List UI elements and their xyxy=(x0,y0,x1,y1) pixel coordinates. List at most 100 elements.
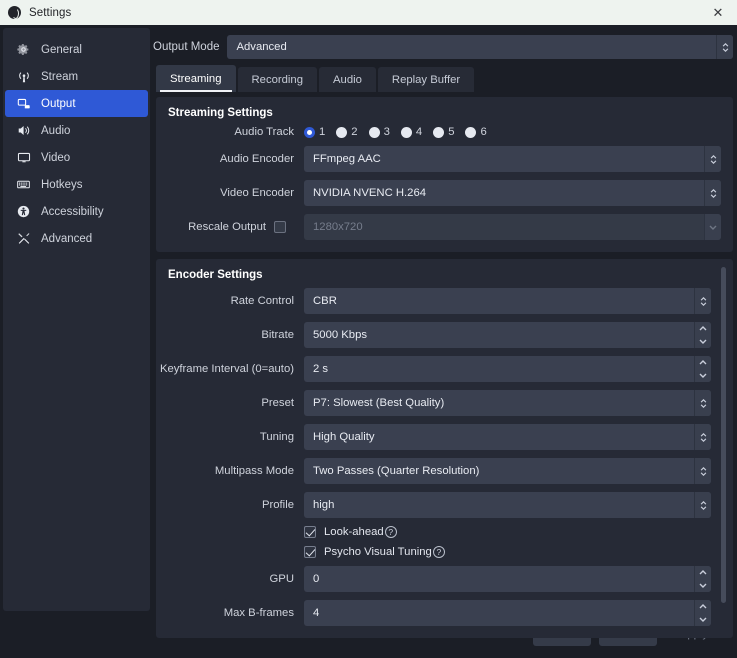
spinner-down-icon[interactable] xyxy=(695,369,711,382)
sidebar-item-hotkeys[interactable]: Hotkeys xyxy=(5,171,148,198)
max-b-frames-spinbox[interactable]: 4 xyxy=(304,600,711,626)
spinner-up-icon[interactable] xyxy=(695,322,711,335)
chevron-updown-icon[interactable] xyxy=(694,390,711,416)
tuning-select[interactable]: High Quality xyxy=(304,424,711,450)
radio-icon[interactable] xyxy=(304,126,315,138)
sidebar-item-audio[interactable]: Audio xyxy=(5,117,148,144)
rescale-output-label: Rescale Output xyxy=(188,221,266,233)
sidebar-item-label: Output xyxy=(41,97,76,110)
tab-streaming[interactable]: Streaming xyxy=(156,65,236,92)
close-icon[interactable]: ✕ xyxy=(699,0,737,25)
spinner-down-icon[interactable] xyxy=(695,613,711,626)
audio-track-option-5[interactable]: 5 xyxy=(433,126,454,138)
window-title: Settings xyxy=(29,6,72,19)
audio-track-option-4[interactable]: 4 xyxy=(400,126,423,138)
gpu-spinbox[interactable]: 0 xyxy=(304,566,711,592)
sidebar-item-label: Audio xyxy=(41,124,71,137)
chevron-updown-icon[interactable] xyxy=(694,288,711,314)
sidebar-item-advanced[interactable]: Advanced xyxy=(5,225,148,252)
profile-row: Profile high xyxy=(156,492,711,518)
max-b-frames-row: Max B-frames 4 xyxy=(156,600,711,626)
encoder-settings-title: Encoder Settings xyxy=(168,269,263,281)
psycho-visual-tuning-checkbox[interactable] xyxy=(304,546,316,558)
audio-track-option-2[interactable]: 2 xyxy=(336,126,358,138)
look-ahead-row: Look-ahead ? xyxy=(156,526,711,538)
scrollbar-thumb[interactable] xyxy=(721,267,726,603)
sidebar-item-stream[interactable]: Stream xyxy=(5,63,148,90)
radio-label: 4 xyxy=(415,126,423,138)
bitrate-spinbox[interactable]: 5000 Kbps xyxy=(304,322,711,348)
sidebar-item-label: Hotkeys xyxy=(41,178,83,191)
audio-encoder-select[interactable]: FFmpeg AAC xyxy=(304,146,721,172)
spinner-up-icon[interactable] xyxy=(695,600,711,613)
spinner-arrows[interactable] xyxy=(694,566,711,592)
radio-icon[interactable] xyxy=(400,126,412,138)
rescale-output-select[interactable]: 1280x720 xyxy=(304,214,721,240)
audio-track-option-3[interactable]: 3 xyxy=(368,126,390,138)
output-tabs: Streaming Recording Audio Replay Buffer xyxy=(156,65,733,92)
spinner-down-icon[interactable] xyxy=(695,335,711,348)
keyframe-interval-spinbox[interactable]: 2 s xyxy=(304,356,711,382)
help-icon[interactable]: ? xyxy=(432,546,445,558)
settings-window: Settings ✕ General Stream Output Audio V… xyxy=(0,0,737,658)
video-encoder-select[interactable]: NVIDIA NVENC H.264 xyxy=(304,180,721,206)
psycho-visual-tuning-label: Psycho Visual Tuning xyxy=(324,546,432,558)
tab-replay-buffer[interactable]: Replay Buffer xyxy=(377,67,475,92)
radio-icon[interactable] xyxy=(336,126,348,138)
rescale-output-checkbox[interactable] xyxy=(274,221,286,233)
rate-control-select[interactable]: CBR xyxy=(304,288,711,314)
multipass-mode-select[interactable]: Two Passes (Quarter Resolution) xyxy=(304,458,711,484)
radio-icon[interactable] xyxy=(368,126,380,138)
output-mode-select[interactable]: Advanced xyxy=(227,35,733,59)
audio-track-option-1[interactable]: 1 xyxy=(304,126,325,138)
spinner-arrows[interactable] xyxy=(694,600,711,626)
spinner-arrows[interactable] xyxy=(694,322,711,348)
speaker-icon xyxy=(15,124,32,137)
sidebar-item-accessibility[interactable]: Accessibility xyxy=(5,198,148,225)
help-icon[interactable]: ? xyxy=(384,526,397,538)
encoder-settings-scrollbar[interactable] xyxy=(720,267,727,628)
preset-select[interactable]: P7: Slowest (Best Quality) xyxy=(304,390,711,416)
look-ahead-control[interactable]: Look-ahead ? xyxy=(304,526,711,538)
tab-recording[interactable]: Recording xyxy=(237,67,317,92)
sidebar-item-label: Accessibility xyxy=(41,205,104,218)
spinner-arrows[interactable] xyxy=(694,356,711,382)
chevron-updown-icon[interactable] xyxy=(694,458,711,484)
video-encoder-value: NVIDIA NVENC H.264 xyxy=(313,187,427,199)
chevron-updown-icon[interactable] xyxy=(716,35,733,59)
profile-select[interactable]: high xyxy=(304,492,711,518)
multipass-mode-label: Multipass Mode xyxy=(214,465,294,477)
sidebar-item-video[interactable]: Video xyxy=(5,144,148,171)
psycho-visual-tuning-control[interactable]: Psycho Visual Tuning ? xyxy=(304,546,711,558)
rescale-output-row: Rescale Output 1280x720 xyxy=(156,214,721,240)
audio-track-option-6[interactable]: 6 xyxy=(465,126,487,138)
look-ahead-checkbox[interactable] xyxy=(304,526,316,538)
chevron-updown-icon[interactable] xyxy=(704,146,721,172)
radio-label: 3 xyxy=(383,126,390,138)
chevron-updown-icon[interactable] xyxy=(694,492,711,518)
streaming-settings-title: Streaming Settings xyxy=(168,107,273,119)
rescale-output-value: 1280x720 xyxy=(313,221,363,233)
spinner-up-icon[interactable] xyxy=(695,356,711,369)
psycho-visual-tuning-row: Psycho Visual Tuning ? xyxy=(156,546,711,558)
chevron-down-icon[interactable] xyxy=(704,214,721,240)
sidebar-item-general[interactable]: General xyxy=(5,36,148,63)
rate-control-label: Rate Control xyxy=(230,295,294,307)
chevron-updown-icon[interactable] xyxy=(704,180,721,206)
gear-icon xyxy=(15,43,32,56)
preset-value: P7: Slowest (Best Quality) xyxy=(313,397,445,409)
tab-audio[interactable]: Audio xyxy=(319,67,376,92)
audio-encoder-row: Audio Encoder FFmpeg AAC xyxy=(156,146,721,172)
gpu-value: 0 xyxy=(313,573,320,585)
chevron-updown-icon[interactable] xyxy=(694,424,711,450)
spinner-up-icon[interactable] xyxy=(695,566,711,579)
spinner-down-icon[interactable] xyxy=(695,579,711,592)
radio-icon[interactable] xyxy=(433,126,445,138)
sidebar-item-label: Video xyxy=(41,151,71,164)
sidebar-item-label: General xyxy=(41,43,82,56)
bitrate-value: 5000 Kbps xyxy=(313,329,368,341)
streaming-settings-panel: Streaming Settings Audio Track 1 2 3 4 5… xyxy=(156,97,733,252)
tab-label: Audio xyxy=(333,73,362,86)
sidebar-item-output[interactable]: Output xyxy=(5,90,148,117)
radio-icon[interactable] xyxy=(465,126,477,138)
